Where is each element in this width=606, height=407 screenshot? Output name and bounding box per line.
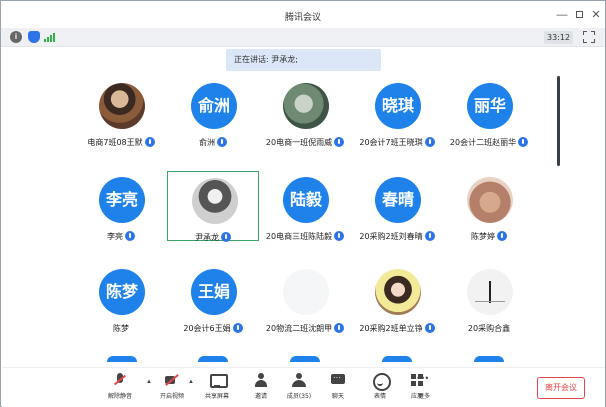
participant-tile[interactable]: 陈梦 陈梦 [75,263,167,333]
avatar [99,83,145,129]
participant-grid: 电商7班08王默 俞洲 俞洲 20电商一班倪雨威 晓琪 20会计7班王晓琪 丽华… [1,1,605,407]
avatar: 俞洲 [191,83,237,129]
avatar: 王娟 [191,269,237,315]
unmute-label: 解除静音 [107,393,132,400]
participant-tile[interactable]: 春晴 20采购2班刘春晴 [351,171,443,241]
participant-tile[interactable]: 俞洲 俞洲 [167,77,259,147]
avatar [467,269,513,315]
video-options-caret[interactable]: ▲ [188,379,194,385]
participant-name: 20采购2班刘春晴 [359,232,423,241]
avatar: 陈梦 [99,269,145,315]
participant-tile[interactable]: 陆毅 20电商三班陈陆毅 [259,171,351,241]
participant-tile[interactable]: 王娟 20会计6王娟 [167,263,259,333]
participant-name: 尹承龙 [195,233,219,242]
microphone-icon [125,231,135,241]
microphone-icon [144,137,155,147]
participant-tile[interactable]: 20采购合鑫 [443,263,535,333]
scrollbar-thumb[interactable] [557,76,560,166]
chat-button[interactable]: 聊天 [318,372,358,406]
participant-name: 20电商三班陈陆毅 [265,232,333,241]
avatar-figure [489,281,491,303]
microphone-icon [232,323,243,333]
invite-label: 邀请 [254,393,267,400]
participant-name: 20采购合鑫 [467,324,511,333]
microphone-icon [497,231,507,241]
participant-name: 20采购2班单立铮 [359,324,423,333]
participant-name: 陈梦婷 [471,232,495,241]
participant-tile[interactable]: 电商7班08王默 [75,77,167,147]
camera-off-icon [164,372,180,388]
avatar: 丽华 [467,83,513,129]
chat-icon [330,372,346,388]
avatar: 晓琪 [375,83,421,129]
invite-icon [253,372,269,388]
share-screen-icon [209,372,228,388]
members-button[interactable]: 成员(35) [279,372,319,406]
avatar-figure-base [475,301,505,302]
microphone-icon [221,232,231,242]
avatar [283,83,329,129]
share-screen-label: 共享屏幕 [204,393,229,400]
participant-name: 电商7班08王默 [87,138,143,147]
invite-button[interactable]: 邀请 [241,372,281,406]
participant-tile-partial[interactable] [382,356,412,362]
emoji-label: 表情 [373,393,386,400]
meeting-toolbar: 解除静音 ▲ 开启视频 ▲ 共享屏幕 邀请 成员(35) 聊天 表情 [2,367,605,407]
members-label: 成员(35) [286,393,312,400]
chat-label: 聊天 [331,393,344,400]
participant-tile-partial[interactable] [107,356,137,362]
more-label: 更多 [417,393,430,400]
participant-tile[interactable]: 20物流二班沈朗甲 [259,263,351,333]
participant-name: 20会计6王娟 [183,324,231,333]
participant-tile-partial[interactable] [474,356,504,362]
participant-tile-partial[interactable] [198,356,228,362]
avatar: 春晴 [375,177,421,223]
participant-tile[interactable]: 李亮 李亮 [75,171,167,241]
participant-name: 20会计7班王晓琪 [359,138,423,147]
members-icon [291,372,307,388]
avatar [467,177,513,223]
emoji-button[interactable]: 表情 [360,372,400,406]
avatar: 李亮 [99,177,145,223]
avatar [192,178,238,224]
avatar [283,269,329,315]
microphone-icon [217,137,227,147]
participant-tile-speaking[interactable]: 尹承龙 [167,171,259,242]
more-button[interactable]: 更多 [404,372,444,406]
participant-name: 俞洲 [199,138,215,147]
participant-name: 20物流二班沈朗甲 [265,324,333,333]
microphone-icon [518,137,529,147]
more-icon [416,372,432,388]
share-screen-button[interactable]: 共享屏幕 [197,372,237,406]
meeting-window: 腾讯会议 — ✕ i 33:12 正在讲话: 尹承龙; 电商7班08王默 俞洲 … [0,0,606,407]
participant-name: 20会计二班赵丽华 [449,138,517,147]
unmute-button[interactable]: 解除静音 [100,372,140,406]
participant-tile[interactable]: 晓琪 20会计7班王晓琪 [351,77,443,147]
participant-tile[interactable]: 20采购2班单立铮 [351,263,443,333]
participant-name: 陈梦 [113,324,129,333]
avatar [375,269,421,315]
participant-tile-partial[interactable] [290,356,320,362]
participant-name: 李亮 [107,232,123,241]
participant-tile[interactable]: 陈梦婷 [443,171,535,241]
participant-tile[interactable]: 丽华 20会计二班赵丽华 [443,77,535,147]
leave-meeting-button[interactable]: 离开会议 [537,377,585,399]
microphone-off-icon [112,372,128,388]
avatar: 陆毅 [283,177,329,223]
start-video-button[interactable]: 开启视频 [152,372,192,406]
participant-tile[interactable]: 20电商一班倪雨威 [259,77,351,147]
participant-name: 20电商一班倪雨威 [265,138,333,147]
start-video-label: 开启视频 [159,393,184,400]
emoji-icon [372,372,391,391]
